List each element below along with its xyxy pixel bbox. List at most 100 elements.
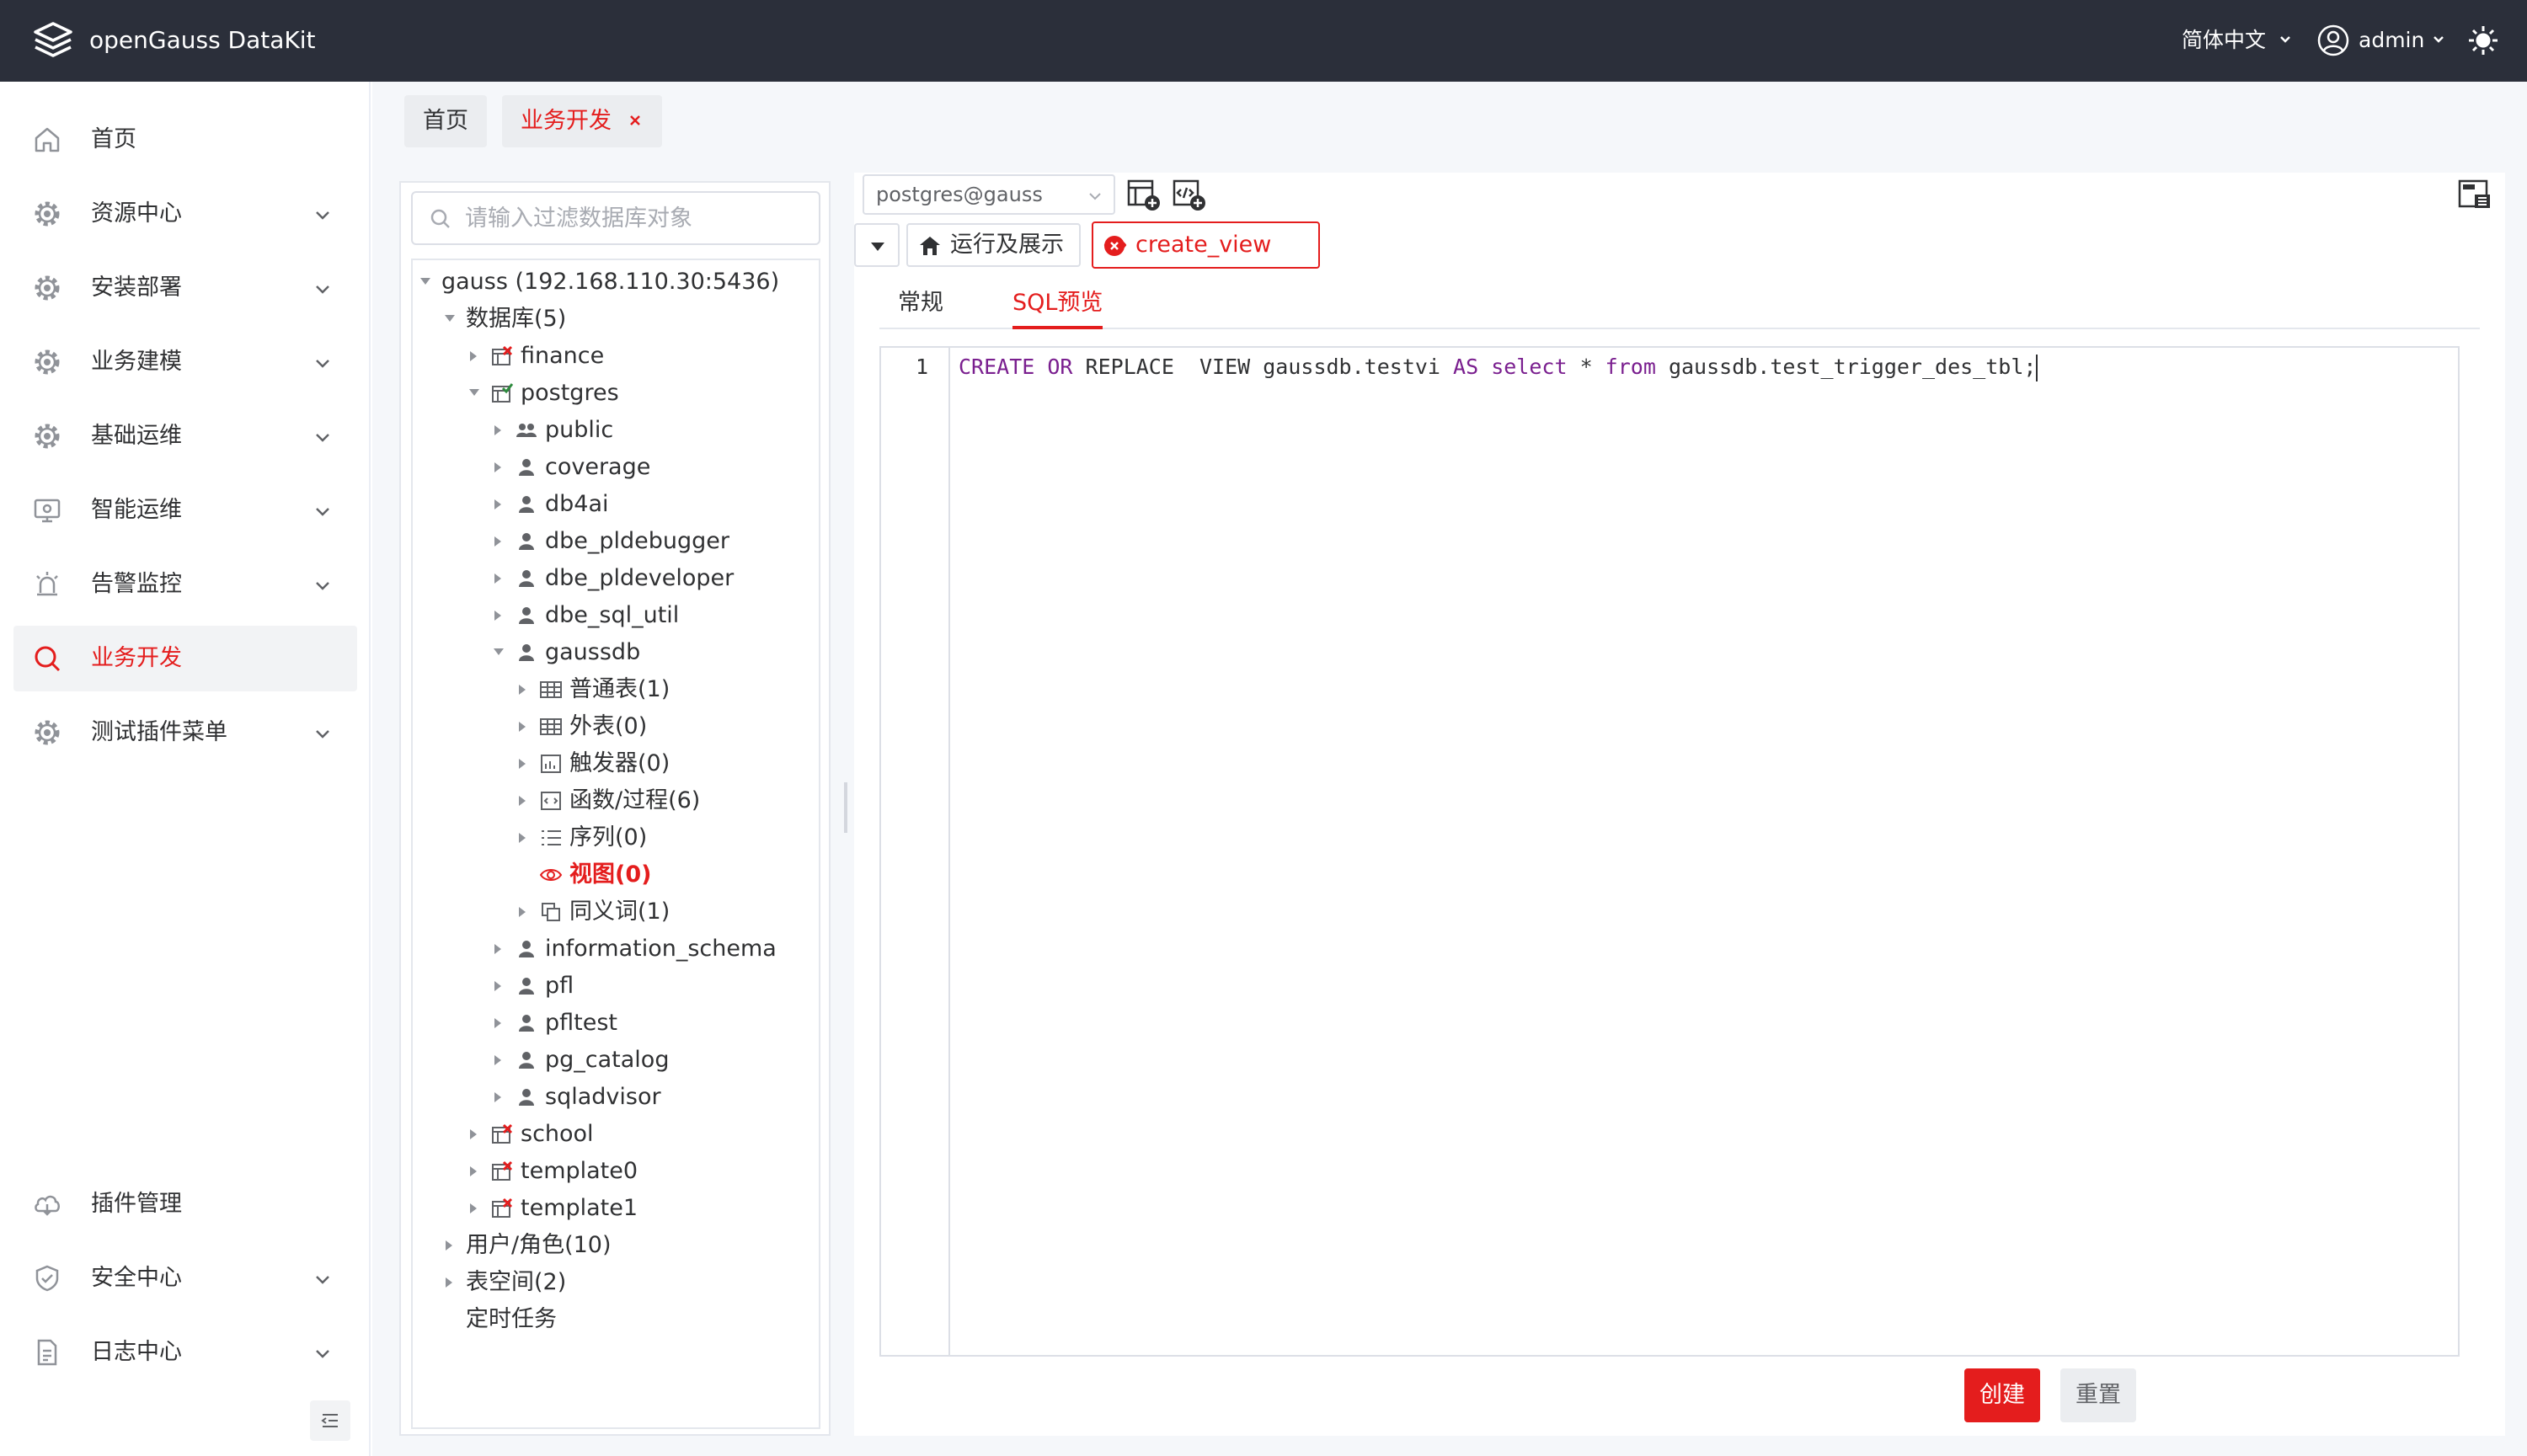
close-circle-icon[interactable] xyxy=(1103,235,1306,257)
caret-right-icon[interactable] xyxy=(493,980,503,992)
tree-node-label: postgres xyxy=(521,380,619,406)
chevron-down-icon[interactable] xyxy=(312,723,334,745)
reset-button[interactable]: 重置 xyxy=(2060,1368,2136,1422)
caret-right-icon[interactable] xyxy=(444,1240,454,1251)
caret-right-icon[interactable] xyxy=(493,943,503,955)
user-name[interactable]: admin xyxy=(2359,24,2424,57)
connection-select[interactable]: postgres@gauss xyxy=(863,174,1115,215)
filter-box[interactable] xyxy=(411,191,820,245)
caret-right-icon[interactable] xyxy=(517,684,527,696)
sidebar-item-11[interactable]: 日志中心 xyxy=(13,1320,357,1385)
sidebar-item-label: 资源中心 xyxy=(91,200,182,227)
caret-down-icon[interactable] xyxy=(444,313,456,323)
chevron-down-icon[interactable] xyxy=(312,427,334,449)
sidebar-item-7[interactable]: 业务开发 xyxy=(13,626,357,691)
user-avatar-icon[interactable] xyxy=(2316,24,2350,57)
database-closed-icon xyxy=(490,1197,514,1220)
chevron-down-icon[interactable] xyxy=(312,501,334,523)
sequence-icon xyxy=(539,826,563,850)
caret-right-icon[interactable] xyxy=(493,1017,503,1029)
caret-right-icon[interactable] xyxy=(517,721,527,733)
tab-business-dev[interactable]: 业务开发 xyxy=(502,95,662,147)
tab-run-display[interactable]: 运行及展示 xyxy=(906,223,1081,267)
caret-right-icon[interactable] xyxy=(517,832,527,844)
chevron-down-icon[interactable] xyxy=(312,575,334,597)
search-icon xyxy=(32,643,62,674)
caret-right-icon[interactable] xyxy=(468,1165,478,1177)
sidebar-item-10[interactable]: 安全中心 xyxy=(13,1245,357,1311)
caret-right-icon[interactable] xyxy=(468,1128,478,1140)
tab-general[interactable]: 常规 xyxy=(898,282,943,329)
sidebar-item-label: 智能运维 xyxy=(91,497,182,523)
collapse-sidebar-button[interactable] xyxy=(310,1400,350,1441)
filter-input[interactable] xyxy=(465,200,810,237)
panel-splitter[interactable] xyxy=(844,782,847,833)
object-tree: gauss (192.168.110.30:5436) 数据库(5) finance… xyxy=(411,259,820,1429)
tab-sql-preview[interactable]: SQL预览 xyxy=(1012,282,1103,329)
tree-node-label: pfl xyxy=(545,973,574,999)
new-function-icon[interactable] xyxy=(1171,176,1208,213)
sidebar-item-label: 业务开发 xyxy=(91,645,182,671)
chevron-down-icon[interactable] xyxy=(312,205,334,227)
gear-icon xyxy=(32,199,62,229)
eye-icon xyxy=(539,863,563,887)
caret-right-icon[interactable] xyxy=(517,758,527,770)
caret-down-icon[interactable] xyxy=(468,387,480,397)
sidebar-item-3[interactable]: 业务建模 xyxy=(13,329,357,395)
new-query-icon[interactable] xyxy=(1125,176,1162,213)
sidebar-item-5[interactable]: 智能运维 xyxy=(13,477,357,543)
chevron-down-icon[interactable] xyxy=(1087,188,1103,205)
home-icon xyxy=(32,125,62,155)
caret-right-icon[interactable] xyxy=(493,499,503,510)
sidebar-item-8[interactable]: 测试插件菜单 xyxy=(13,700,357,765)
sql-history-icon[interactable] xyxy=(2456,176,2493,213)
sql-text: REPLACE VIEW gaussdb.testvi xyxy=(1072,355,1454,379)
caret-right-icon[interactable] xyxy=(493,424,503,436)
caret-right-icon[interactable] xyxy=(468,350,478,362)
sidebar-item-0[interactable]: 首页 xyxy=(13,107,357,173)
chevron-down-icon[interactable] xyxy=(312,353,334,375)
sidebar-item-6[interactable]: 告警监控 xyxy=(13,552,357,617)
caret-right-icon[interactable] xyxy=(493,1054,503,1066)
chevron-down-icon[interactable] xyxy=(312,279,334,301)
language-select[interactable]: 简体中文 xyxy=(2182,24,2266,57)
caret-right-icon[interactable] xyxy=(493,1091,503,1103)
create-button[interactable]: 创建 xyxy=(1964,1368,2040,1422)
close-icon[interactable] xyxy=(627,112,644,129)
theme-sun-icon[interactable] xyxy=(2466,24,2500,57)
tab-dropdown-button[interactable] xyxy=(854,223,900,267)
chevron-down-icon[interactable] xyxy=(312,1343,334,1365)
caret-right-icon[interactable] xyxy=(517,906,527,918)
sidebar: 首页资源中心安装部署业务建模基础运维智能运维告警监控业务开发测试插件菜单 插件管理… xyxy=(0,82,371,1456)
sql-text: gaussdb.test_trigger_des_tbl; xyxy=(1655,355,2037,379)
chevron-down-icon[interactable] xyxy=(312,1269,334,1291)
caret-right-icon[interactable] xyxy=(493,573,503,584)
chevron-down-icon[interactable] xyxy=(2431,32,2446,47)
caret-down-icon xyxy=(868,241,887,253)
sidebar-item-9[interactable]: 插件管理 xyxy=(13,1171,357,1237)
sidebar-item-4[interactable]: 基础运维 xyxy=(13,403,357,469)
sql-keyword: OR xyxy=(1047,355,1073,379)
sidebar-item-2[interactable]: 安装部署 xyxy=(13,255,357,321)
caret-right-icon[interactable] xyxy=(517,795,527,807)
caret-right-icon[interactable] xyxy=(493,461,503,473)
chevron-down-icon[interactable] xyxy=(2278,32,2293,47)
caret-right-icon[interactable] xyxy=(444,1277,454,1288)
datakit-logo-icon[interactable] xyxy=(30,19,76,64)
tab-home[interactable]: 首页 xyxy=(404,95,487,147)
tree-node-label: sqladvisor xyxy=(545,1084,661,1110)
tree-node-label: 视图(0) xyxy=(569,861,652,888)
caret-right-icon[interactable] xyxy=(493,610,503,621)
caret-down-icon[interactable] xyxy=(493,647,505,657)
caret-down-icon[interactable] xyxy=(419,276,431,286)
sidebar-item-1[interactable]: 资源中心 xyxy=(13,181,357,247)
tree-node-label: coverage xyxy=(545,454,651,480)
caret-right-icon[interactable] xyxy=(468,1203,478,1214)
sql-editor[interactable]: 1 CREATE OR REPLACE VIEW gaussdb.testvi … xyxy=(879,346,2460,1357)
menu-fold-icon[interactable] xyxy=(320,1411,340,1431)
tab-create-view[interactable]: create_view xyxy=(1092,221,1321,269)
code-line[interactable]: CREATE OR REPLACE VIEW gaussdb.testvi AS… xyxy=(959,351,2038,383)
tree-node-label: 触发器(0) xyxy=(569,750,670,776)
database-open-icon xyxy=(490,381,514,405)
caret-right-icon[interactable] xyxy=(493,536,503,547)
